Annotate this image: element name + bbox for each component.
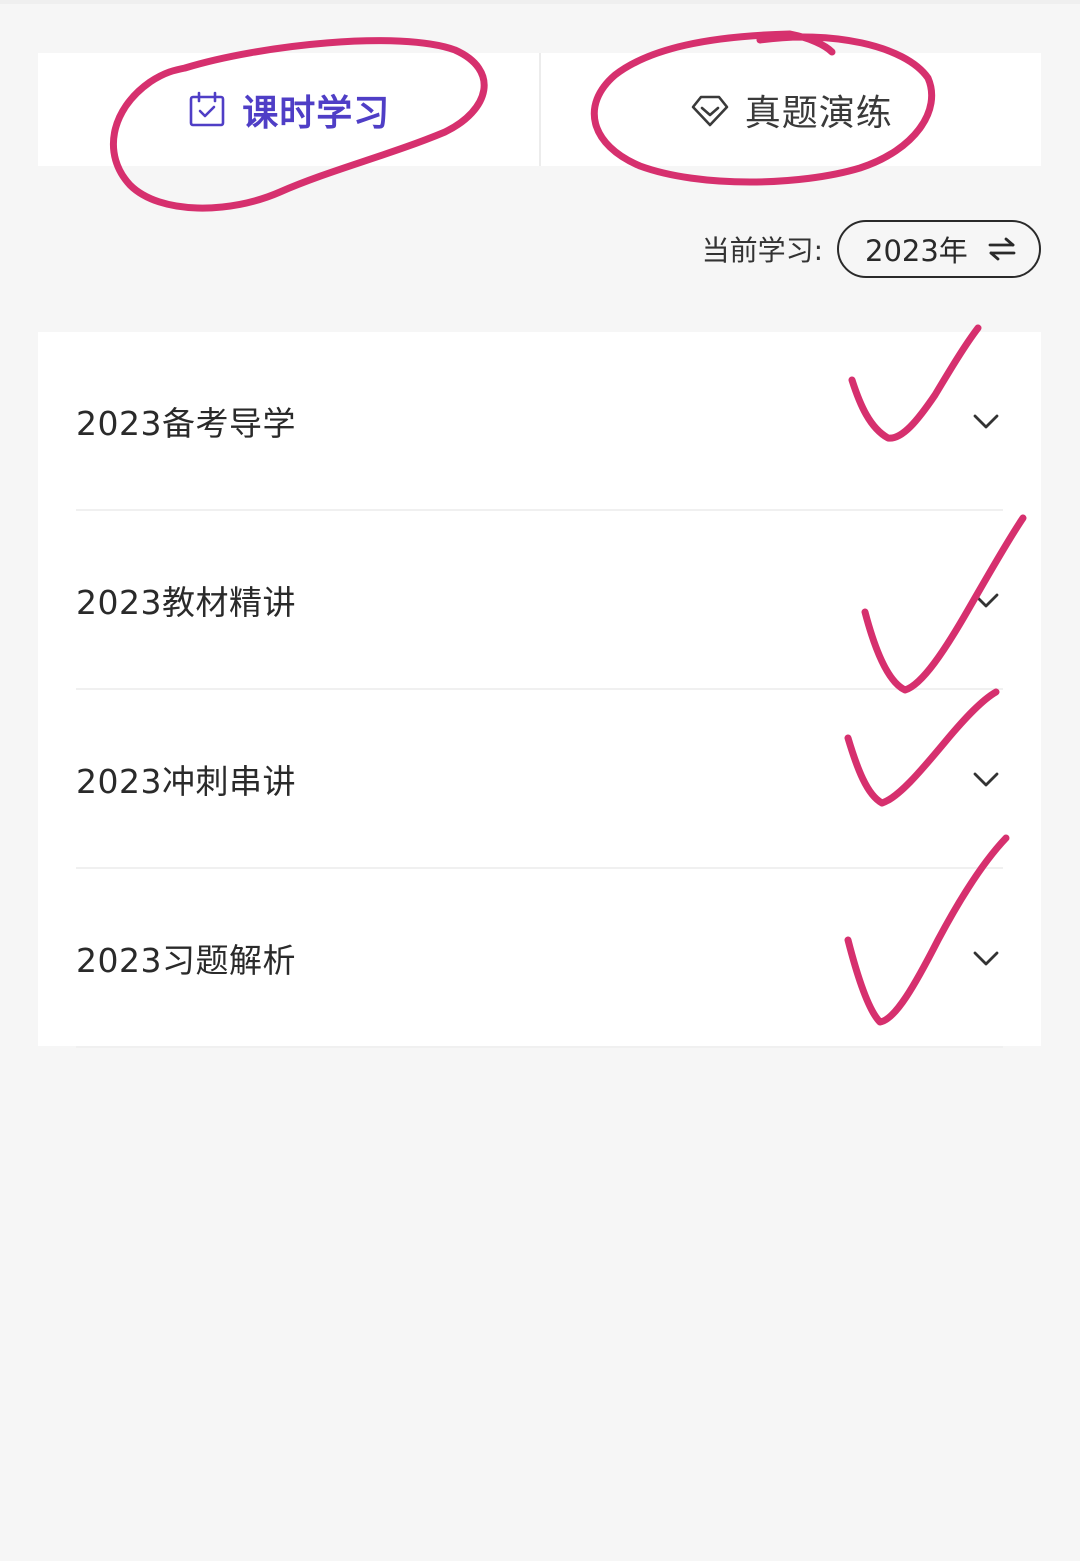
course-item-exercise-analysis[interactable]: 2023习题解析 [76,869,1003,1048]
swap-arrows-icon [987,234,1017,264]
tab-lesson-study-label: 课时学习 [242,92,391,134]
tab-lesson-study[interactable]: 课时学习 [38,53,539,166]
course-title: 2023习题解析 [76,940,296,980]
current-study-row: 当前学习: 2023年 [702,218,1041,280]
tab-bar: 课时学习 真题演练 [38,53,1041,166]
chevron-down-icon [969,404,1003,438]
course-title: 2023教材精讲 [76,582,296,622]
course-item-textbook-lecture[interactable]: 2023教材精讲 [76,511,1003,690]
top-edge [0,0,1080,4]
course-item-sprint-review[interactable]: 2023冲刺串讲 [76,690,1003,869]
course-list: 2023备考导学 2023教材精讲 2023冲刺串讲 2023习题解析 [38,332,1041,1048]
chevron-down-icon [969,583,1003,617]
year-switch-button[interactable]: 2023年 [837,220,1041,278]
chevron-down-icon [969,941,1003,975]
course-title: 2023冲刺串讲 [76,761,296,801]
chevron-down-icon [969,762,1003,796]
course-title: 2023备考导学 [76,403,296,443]
current-study-label: 当前学习: [701,234,823,267]
calendar-check-icon [186,89,228,131]
tab-exam-practice-label: 真题演练 [744,92,893,134]
course-item-prep-guide[interactable]: 2023备考导学 [76,332,1003,511]
year-value: 2023年 [865,234,968,268]
diamond-icon [689,89,731,131]
tab-exam-practice[interactable]: 真题演练 [541,53,1042,166]
